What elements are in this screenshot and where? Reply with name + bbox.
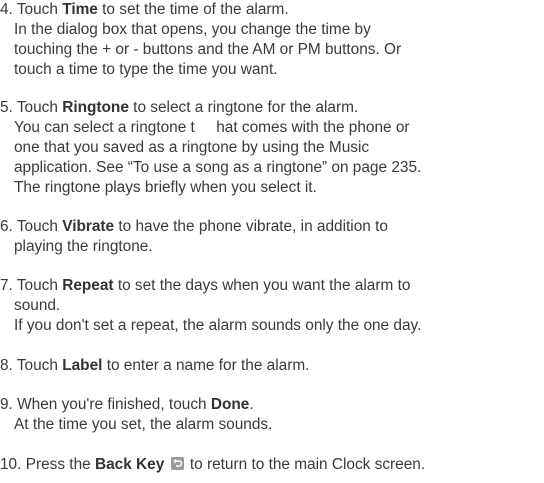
step-text: Press the <box>25 456 91 473</box>
keyword-back-key: Back Key <box>94 456 165 473</box>
step-5: 5. Touch Ringtone to select a ringtone f… <box>0 98 544 198</box>
step-9: 9. When you're finished, touch Done. At … <box>0 395 544 435</box>
step-text: When you're finished, touch <box>17 396 207 413</box>
step-4-first-line: 4. Touch Time to set the time of the ala… <box>0 0 544 20</box>
manual-page: 4. Touch Time to set the time of the ala… <box>0 0 544 483</box>
step-continuation: You can select a ringtone t hat comes wi… <box>14 119 410 136</box>
step-8-first-line: 8. Touch Label to enter a name for the a… <box>0 356 544 376</box>
step-continuation: application. See “To use a song as a rin… <box>14 159 422 176</box>
step-continuation: If you don't set a repeat, the alarm sou… <box>14 317 422 334</box>
keyword-vibrate: Vibrate <box>62 218 115 235</box>
step-number: 9. <box>0 396 13 413</box>
back-arrow-icon <box>170 457 184 470</box>
keyword-ringtone: Ringtone <box>62 99 129 116</box>
step-number: 10. <box>0 456 22 473</box>
step-text: to set the days when you want the alarm … <box>117 277 411 294</box>
step-continuation: playing the ringtone. <box>14 238 153 255</box>
step-continuation: The ringtone plays briefly when you sele… <box>14 179 317 196</box>
step-number: 6. <box>0 218 13 235</box>
step-text: Touch <box>16 218 58 235</box>
step-continuation: touch a time to type the time you want. <box>14 61 278 78</box>
step-text: to return to the main Clock screen. <box>189 456 426 473</box>
step-7: 7. Touch Repeat to set the days when you… <box>0 276 544 336</box>
keyword-repeat: Repeat <box>62 277 114 294</box>
step-10: 10. Press the Back Key to return to the … <box>0 455 544 475</box>
step-number: 7. <box>0 277 13 294</box>
step-text: to set the time of the alarm. <box>102 1 289 18</box>
step-number: 8. <box>0 357 13 374</box>
step-9-first-line: 9. When you're finished, touch Done. <box>0 395 544 415</box>
step-4: 4. Touch Time to set the time of the ala… <box>0 0 544 80</box>
keyword-done: Done <box>210 396 250 413</box>
step-text: to select a ringtone for the alarm. <box>133 99 359 116</box>
step-text: . <box>249 396 254 413</box>
step-continuation: touching the + or - buttons and the AM o… <box>14 41 402 58</box>
step-number: 5. <box>0 99 13 116</box>
step-number: 4. <box>0 1 13 18</box>
step-continuation: sound. <box>14 297 61 314</box>
step-6: 6. Touch Vibrate to have the phone vibra… <box>0 217 544 257</box>
step-text: to enter a name for the alarm. <box>106 357 310 374</box>
step-text: Touch <box>16 277 58 294</box>
step-continuation: In the dialog box that opens, you change… <box>14 21 371 38</box>
keyword-label: Label <box>62 357 103 374</box>
step-8: 8. Touch Label to enter a name for the a… <box>0 356 544 376</box>
step-10-first-line: 10. Press the Back Key to return to the … <box>0 455 544 475</box>
step-continuation: At the time you set, the alarm sounds. <box>14 416 273 433</box>
step-text: Touch <box>16 1 58 18</box>
step-5-first-line: 5. Touch Ringtone to select a ringtone f… <box>0 98 544 118</box>
step-text: to have the phone vibrate, in addition t… <box>118 218 388 235</box>
step-text: Touch <box>16 99 58 116</box>
step-text: Touch <box>16 357 58 374</box>
keyword-time: Time <box>62 1 98 18</box>
step-7-first-line: 7. Touch Repeat to set the days when you… <box>0 276 544 296</box>
step-continuation: one that you saved as a ringtone by usin… <box>14 139 370 156</box>
step-6-first-line: 6. Touch Vibrate to have the phone vibra… <box>0 217 544 237</box>
